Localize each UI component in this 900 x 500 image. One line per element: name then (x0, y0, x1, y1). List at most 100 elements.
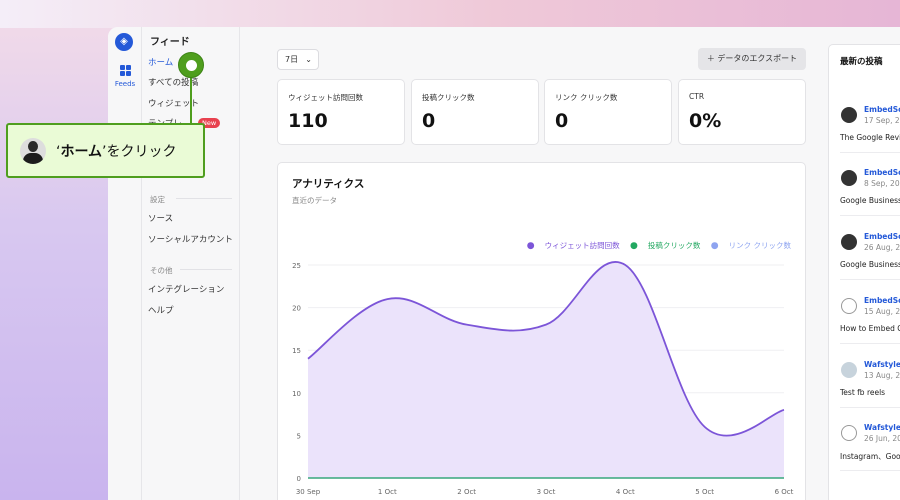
post-text: Google Business (840, 260, 900, 269)
x-tick-label: 6 Oct (775, 488, 794, 496)
x-tick-label: 4 Oct (616, 488, 635, 496)
divider (840, 343, 900, 344)
post-text: How to Embed G (840, 324, 900, 333)
post-text: Test fb reels (840, 388, 886, 397)
export-data-label: データのエクスポート (717, 54, 798, 63)
icon-rail: ◈ Feeds (108, 27, 142, 500)
stat-label: 投稿クリック数 (422, 93, 475, 102)
sidebar-divider (176, 198, 232, 199)
post-author: Wafstyle- (864, 423, 900, 432)
browser-top-band (0, 0, 900, 28)
sidebar-item-integrations[interactable]: インテグレーション (148, 283, 224, 295)
divider (840, 215, 900, 216)
recent-posts-panel: 最新の投稿 EmbedSoc 17 Sep, 20 The Google Rev… (828, 44, 900, 500)
y-tick-label: 10 (292, 390, 301, 398)
post-date: 26 Aug, 20 (864, 243, 900, 252)
callout-action: をクリック (106, 144, 177, 160)
tutorial-callout: ‘ホーム’をクリック (6, 123, 205, 178)
sidebar-item-home[interactable]: ホーム (148, 56, 173, 68)
stat-value: 110 (288, 110, 328, 132)
y-tick-label: 0 (297, 475, 301, 483)
sidebar-section-settings: 設定 (150, 195, 165, 204)
sidebar-divider (180, 269, 232, 270)
avatar (841, 107, 857, 123)
post-author: EmbedSoc (864, 232, 900, 241)
stat-card-widget-visits: ウィジェット訪問回数 110 (277, 79, 405, 145)
analytics-chart: 0 5 10 15 20 25 30 Sep 1 Oct 2 Oct 3 Oct 4 Oct 5 Oc… (292, 261, 794, 496)
chart-legend: ● ウィジェット訪問回数 ● 投稿クリック数 ● リンク クリック数 (519, 240, 791, 251)
x-tick-label: 2 Oct (457, 488, 476, 496)
stat-card-post-clicks: 投稿クリック数 0 (411, 79, 539, 145)
sidebar-title: フィード (150, 37, 190, 48)
sidebar-item-social-accounts[interactable]: ソーシャルアカウント (148, 233, 233, 245)
stat-label: CTR (689, 92, 705, 101)
stat-card-ctr: CTR 0% (678, 79, 806, 145)
post-author: Wafstyle F (864, 360, 900, 369)
stat-value: 0 (555, 110, 569, 132)
legend-label: リンク クリック数 (728, 241, 791, 250)
stat-label: ウィジェット訪問回数 (288, 93, 363, 102)
divider (840, 152, 900, 153)
app-window: ◈ Feeds フィード ホーム すべての投稿 ウィジェット テンプレ 設定 ソ… (108, 27, 900, 500)
divider (840, 407, 900, 408)
export-data-button[interactable]: ＋ データのエクスポート (698, 48, 806, 70)
grid-icon (119, 65, 131, 76)
stat-label: リンク クリック数 (555, 93, 618, 102)
avatar (841, 362, 857, 378)
callout-connector (190, 76, 192, 123)
avatar (841, 298, 857, 314)
post-text: Instagram、Goo (840, 452, 900, 461)
rail-feeds-button[interactable]: Feeds (108, 65, 142, 88)
analytics-panel: アナリティクス 直近のデータ ● ウィジェット訪問回数 ● 投稿クリック数 ● リンク… (277, 162, 806, 500)
app-logo-icon[interactable]: ◈ (115, 33, 133, 51)
click-target-marker (178, 52, 204, 78)
post-date: 26 Jun, 20 (864, 434, 900, 443)
post-author: EmbedSoc (864, 168, 900, 177)
chevron-down-icon: ⌄ (305, 55, 312, 64)
analytics-subtitle: 直近のデータ (292, 196, 337, 205)
sidebar-item-help[interactable]: ヘルプ (148, 304, 174, 316)
x-tick-label: 30 Sep (296, 488, 321, 496)
y-tick-label: 5 (297, 432, 301, 440)
stat-value: 0 (422, 110, 436, 132)
stat-card-link-clicks: リンク クリック数 0 (544, 79, 672, 145)
legend-label: ウィジェット訪問回数 (544, 241, 620, 250)
period-select[interactable]: 7日 ⌄ (277, 49, 319, 70)
legend-label: 投稿クリック数 (647, 241, 701, 250)
divider (840, 470, 900, 471)
y-tick-label: 15 (292, 347, 301, 355)
x-tick-label: 3 Oct (537, 488, 556, 496)
plus-icon: ＋ (706, 54, 718, 63)
avatar (841, 425, 857, 441)
x-tick-label: 1 Oct (378, 488, 397, 496)
callout-target: ホーム (60, 144, 103, 160)
avatar (841, 170, 857, 186)
series-area-widget-visits (308, 261, 784, 478)
period-select-value: 7日 (285, 55, 299, 64)
callout-text: ‘ホーム’をクリック (56, 141, 177, 161)
legend-item-link-clicks[interactable]: ● リンク クリック数 (711, 241, 791, 251)
y-tick-label: 25 (292, 262, 301, 270)
legend-item-post-clicks[interactable]: ● 投稿クリック数 (630, 241, 701, 251)
post-author: EmbedSoc (864, 296, 900, 305)
post-text: The Google Revie (840, 133, 900, 142)
stat-value: 0% (689, 110, 722, 132)
analytics-title: アナリティクス (292, 178, 365, 190)
rail-feeds-label: Feeds (114, 80, 136, 88)
presenter-avatar (20, 138, 46, 164)
post-date: 13 Aug, 20 (864, 371, 900, 380)
post-text: Google Business (840, 196, 900, 205)
divider (840, 279, 900, 280)
legend-item-widget-visits[interactable]: ● ウィジェット訪問回数 (527, 241, 620, 251)
post-date: 8 Sep, 202 (864, 179, 900, 188)
sidebar-section-other: その他 (150, 266, 173, 275)
x-tick-label: 5 Oct (695, 488, 714, 496)
post-date: 17 Sep, 20 (864, 116, 900, 125)
recent-posts-title: 最新の投稿 (840, 57, 883, 67)
y-tick-label: 20 (292, 305, 301, 313)
sidebar-item-sources[interactable]: ソース (148, 212, 173, 224)
avatar (841, 234, 857, 250)
post-date: 15 Aug, 20 (864, 307, 900, 316)
main-content: 7日 ⌄ ＋ データのエクスポート ウィジェット訪問回数 110 投稿クリック数… (240, 27, 810, 500)
post-author: EmbedSoc (864, 105, 900, 114)
